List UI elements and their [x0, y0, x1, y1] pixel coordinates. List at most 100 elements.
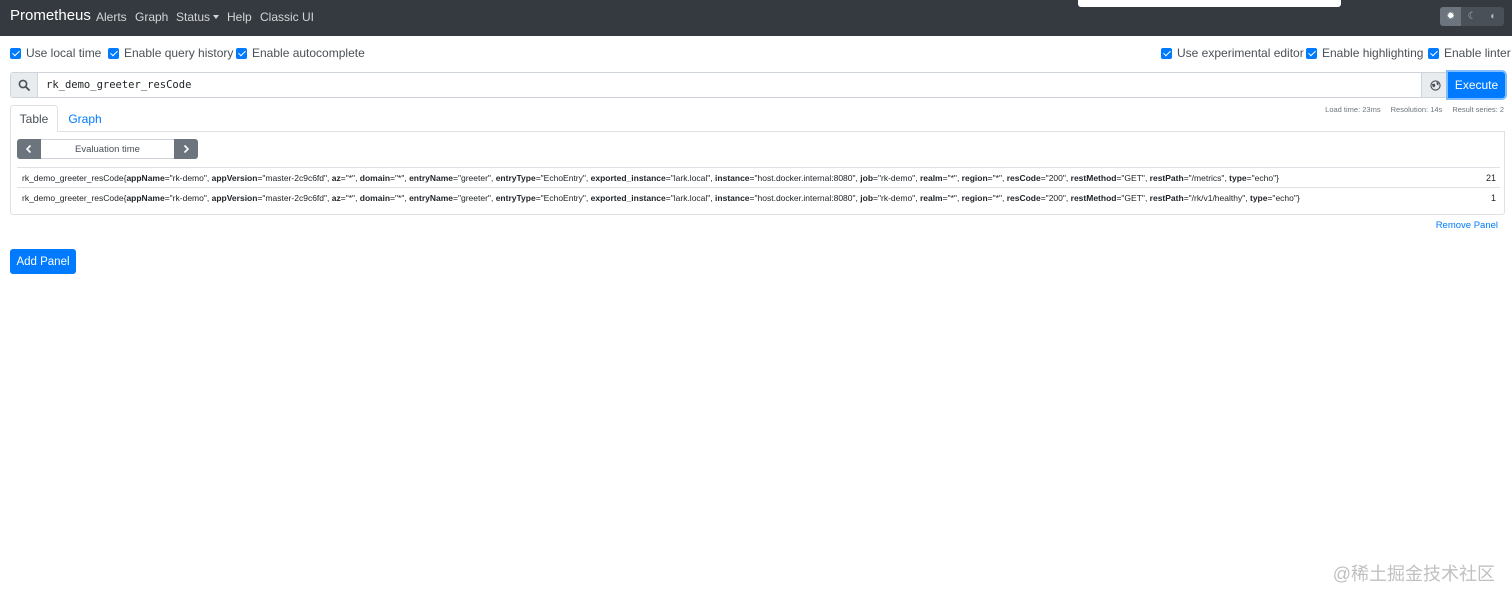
- table-row: rk_demo_greeter_resCode{appName="rk-demo…: [17, 187, 1500, 207]
- checkbox-checked-icon[interactable]: [1306, 47, 1317, 59]
- option-enable-linter[interactable]: Enable linter: [1428, 46, 1511, 60]
- table-row: rk_demo_greeter_resCode{appName="rk-demo…: [17, 167, 1500, 187]
- option-label: Use local time: [26, 46, 102, 60]
- label-value: ="*": [340, 192, 356, 203]
- label-value: ="200": [1040, 172, 1066, 183]
- label-value: ="/metrics": [1183, 172, 1225, 183]
- label-value: ="GET": [1116, 192, 1145, 203]
- chevron-left-icon[interactable]: [17, 139, 41, 159]
- label-name: domain: [359, 172, 391, 183]
- series-value: 1: [1490, 192, 1496, 203]
- theme-toggle-group: ✹ ☾ ◐: [1440, 7, 1504, 26]
- checkbox-checked-icon[interactable]: [108, 47, 119, 59]
- tab-table[interactable]: Table: [10, 105, 58, 132]
- query-bar: rk_demo_greeter_resCode Execute: [10, 72, 1505, 98]
- label-value: ="*": [942, 172, 957, 183]
- sun-icon[interactable]: ✹: [1440, 7, 1462, 26]
- label-value: ="*": [390, 172, 405, 183]
- result-series: Result series: 2: [1452, 105, 1504, 114]
- label-name: realm: [919, 192, 943, 203]
- label-name: type: [1249, 192, 1268, 203]
- label-name: entryType: [495, 192, 536, 203]
- checkbox-checked-icon[interactable]: [1161, 47, 1172, 59]
- moon-icon[interactable]: ☾: [1461, 7, 1482, 26]
- contrast-icon[interactable]: ◐: [1483, 7, 1504, 26]
- evaluation-time-control: Evaluation time: [17, 139, 198, 159]
- label-value: ="master-2c9c6fd": [257, 172, 328, 183]
- load-time: Load time: 23ms: [1325, 105, 1381, 114]
- metrics-explorer-globe-icon[interactable]: [1421, 73, 1448, 97]
- label-name: instance: [715, 172, 750, 183]
- option-label: Enable highlighting: [1322, 46, 1424, 60]
- label-value: ="*": [390, 192, 405, 203]
- nav-alerts[interactable]: Alerts: [96, 10, 127, 24]
- option-label: Enable query history: [124, 46, 234, 60]
- metric-name: rk_demo_greeter_resCode: [22, 172, 124, 183]
- label-value: ="greeter": [453, 172, 491, 183]
- label-value: ="echo": [1267, 192, 1297, 203]
- label-name: region: [961, 172, 988, 183]
- option-enable-autocomplete[interactable]: Enable autocomplete: [236, 46, 365, 60]
- nav-graph[interactable]: Graph: [135, 10, 168, 24]
- label-value: ="EchoEntry": [535, 192, 586, 203]
- label-name: restPath: [1149, 172, 1184, 183]
- remove-panel-link[interactable]: Remove Panel: [1436, 220, 1498, 231]
- label-value: ="*": [942, 192, 957, 203]
- label-value: ="GET": [1116, 172, 1145, 183]
- label-name: type: [1229, 172, 1247, 183]
- metric-name: rk_demo_greeter_resCode: [22, 192, 124, 203]
- tab-graph[interactable]: Graph: [58, 105, 112, 132]
- label-name: appName: [126, 172, 165, 183]
- label-value: ="rk-demo": [164, 172, 207, 183]
- top-navbar: Prometheus Alerts Graph Status Help Clas…: [0, 0, 1512, 36]
- option-label: Enable linter: [1444, 46, 1511, 60]
- label-name: job: [860, 172, 874, 183]
- nav-status-dropdown[interactable]: Status: [176, 10, 220, 24]
- checkbox-checked-icon[interactable]: [10, 47, 21, 59]
- label-value: ="rk-demo": [873, 172, 916, 183]
- option-enable-query-history[interactable]: Enable query history: [108, 46, 233, 60]
- series-labels: rk_demo_greeter_resCode{appName="rk-demo…: [22, 172, 1279, 183]
- evaluation-time-input[interactable]: Evaluation time: [41, 139, 174, 159]
- expression-input[interactable]: rk_demo_greeter_resCode: [38, 73, 1421, 97]
- label-value: ="*": [987, 192, 1002, 203]
- option-use-experimental-editor[interactable]: Use experimental editor: [1161, 46, 1304, 60]
- caret-down-icon: [213, 15, 220, 19]
- series-labels: rk_demo_greeter_resCode{appName="rk-demo…: [22, 192, 1300, 203]
- label-name: appVersion: [211, 172, 258, 183]
- label-name: exported_instance: [590, 172, 666, 183]
- label-name: entryName: [409, 172, 454, 183]
- execute-button[interactable]: Execute: [1448, 72, 1505, 98]
- label-value: ="host.docker.internal:8080": [749, 192, 856, 203]
- navbar-search-box[interactable]: [1078, 0, 1341, 7]
- brand-link[interactable]: Prometheus: [10, 7, 91, 24]
- label-value: ="/rk/v1/healthy": [1183, 192, 1246, 203]
- series-value: 21: [1485, 172, 1496, 183]
- label-name: appVersion: [211, 192, 258, 203]
- label-name: restMethod: [1070, 172, 1117, 183]
- option-use-local-time[interactable]: Use local time: [10, 46, 101, 60]
- label-name: realm: [919, 172, 943, 183]
- checkbox-checked-icon[interactable]: [1428, 47, 1439, 59]
- label-value: ="rk-demo": [873, 192, 916, 203]
- nav-classic-ui[interactable]: Classic UI: [260, 10, 314, 24]
- label-value: ="lark.local": [665, 172, 711, 183]
- option-enable-highlighting[interactable]: Enable highlighting: [1306, 46, 1423, 60]
- label-name: az: [331, 172, 341, 183]
- label-value: ="*": [340, 172, 356, 183]
- query-stats: Load time: 23ms Resolution: 14s Result s…: [1325, 105, 1504, 114]
- label-name: appName: [126, 192, 165, 203]
- label-value: ="rk-demo": [164, 192, 207, 203]
- label-name: region: [961, 192, 988, 203]
- add-panel-button[interactable]: Add Panel: [10, 249, 76, 274]
- label-value: ="200": [1040, 192, 1066, 203]
- chevron-right-icon[interactable]: [174, 139, 198, 159]
- label-value: ="*": [987, 172, 1002, 183]
- watermark: @稀土掘金技术社区: [1332, 564, 1495, 584]
- label-value: ="EchoEntry": [535, 172, 586, 183]
- label-name: domain: [359, 192, 391, 203]
- checkbox-checked-icon[interactable]: [236, 47, 247, 59]
- nav-help[interactable]: Help: [227, 10, 252, 24]
- label-name: restMethod: [1070, 192, 1117, 203]
- label-value: ="lark.local": [665, 192, 711, 203]
